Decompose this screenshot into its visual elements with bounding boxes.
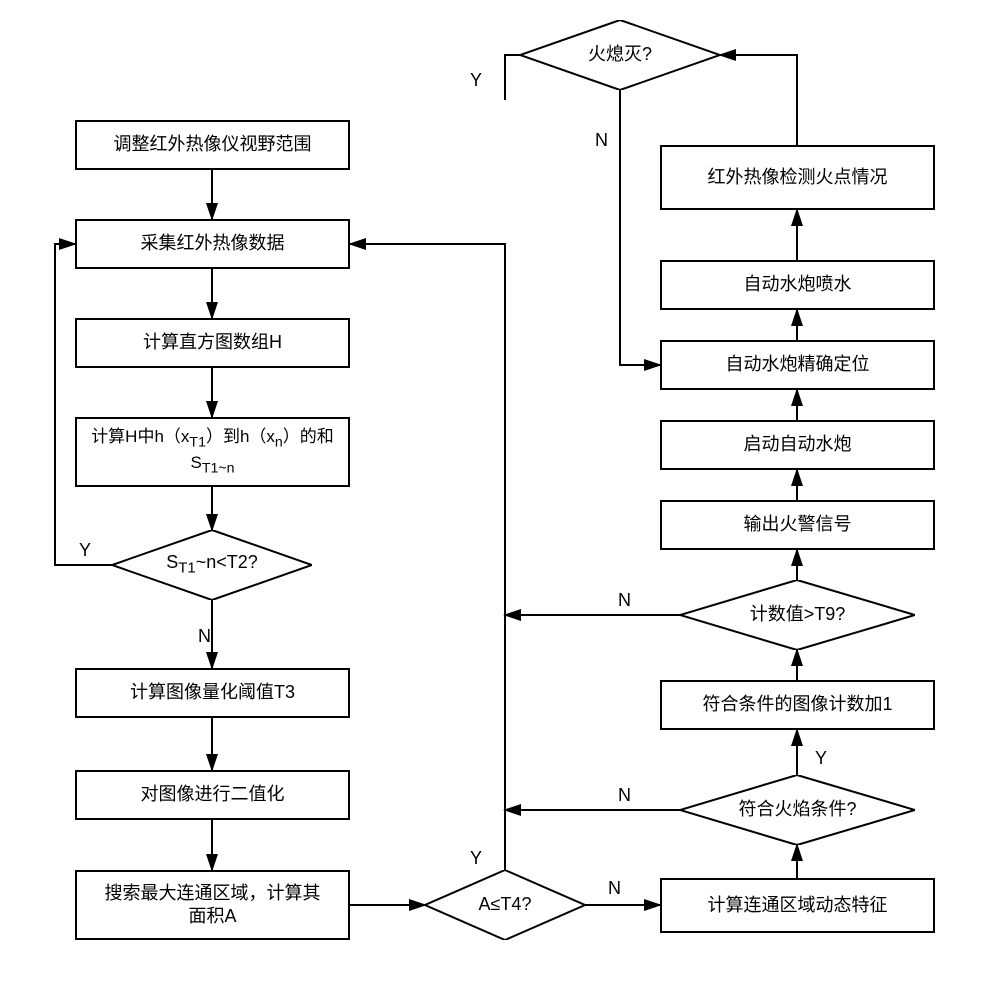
label: 调整红外热像仪视野范围: [114, 133, 312, 156]
decision-count: 计数值>T9?: [680, 580, 915, 650]
step-collect-data: 采集红外热像数据: [75, 219, 350, 269]
decision-extinguished: 火熄灭?: [520, 20, 720, 90]
label: 符合条件的图像计数加1: [702, 693, 892, 716]
step-start-cannon: 启动自动水炮: [660, 420, 935, 470]
label: 计算图像量化阈值T3: [130, 681, 295, 704]
label-n-top: N: [595, 130, 608, 151]
label-n3: N: [618, 785, 631, 806]
step-adjust-fov: 调整红外热像仪视野范围: [75, 120, 350, 170]
label: 红外热像检测火点情况: [708, 166, 888, 189]
label: 启动自动水炮: [744, 433, 852, 456]
label: 计数值>T9?: [750, 604, 846, 626]
label: 对图像进行二值化: [141, 783, 285, 806]
decision-st1: ST1~n<T2?: [112, 530, 312, 600]
t2: ）到h（x: [206, 427, 275, 446]
d1r: ~n<T2?: [196, 552, 258, 572]
step-histogram: 计算直方图数组H: [75, 318, 350, 368]
t4: S: [190, 453, 201, 472]
step-spray: 自动水炮喷水: [660, 260, 935, 310]
label: 自动水炮喷水: [744, 273, 852, 296]
d1s: T1: [178, 560, 196, 577]
sub1: T1: [189, 435, 206, 451]
step-sum: 计算H中h（xT1）到h（xn）的和 ST1~n: [75, 417, 350, 487]
label: 采集红外热像数据: [141, 232, 285, 255]
label: A≤T4?: [479, 894, 532, 916]
label-y-top: Y: [470, 70, 482, 91]
step-binarize: 对图像进行二值化: [75, 770, 350, 820]
label-n1: N: [198, 626, 211, 647]
l1: 搜索最大连通区域，计算其: [105, 883, 321, 903]
sub2: n: [275, 435, 283, 451]
label: 输出火警信号: [744, 513, 852, 536]
step-position-cannon: 自动水炮精确定位: [660, 340, 935, 390]
l2: 面积A: [188, 906, 236, 926]
label-n2: N: [608, 878, 621, 899]
t3: ）的和: [283, 427, 334, 446]
label: 自动水炮精确定位: [726, 353, 870, 376]
d1a: S: [166, 552, 178, 572]
step-alarm: 输出火警信号: [660, 500, 935, 550]
step-threshold: 计算图像量化阈值T3: [75, 668, 350, 718]
label-y3: Y: [815, 748, 827, 769]
label-n4: N: [618, 590, 631, 611]
label: 计算直方图数组H: [143, 331, 282, 354]
label: 符合火焰条件?: [738, 799, 856, 821]
label-y2: Y: [470, 848, 482, 869]
decision-flame: 符合火焰条件?: [680, 775, 915, 845]
sub3: T1~n: [202, 460, 235, 476]
t1: 计算H中h（x: [91, 427, 189, 446]
step-search-area: 搜索最大连通区域，计算其 面积A: [75, 870, 350, 940]
decision-area: A≤T4?: [425, 870, 585, 940]
label: 计算连通区域动态特征: [708, 894, 888, 917]
step-count: 符合条件的图像计数加1: [660, 680, 935, 730]
label-y1: Y: [79, 540, 91, 561]
label: 火熄灭?: [588, 44, 652, 66]
step-detect-fire: 红外热像检测火点情况: [660, 145, 935, 210]
step-dynamic-features: 计算连通区域动态特征: [660, 878, 935, 933]
